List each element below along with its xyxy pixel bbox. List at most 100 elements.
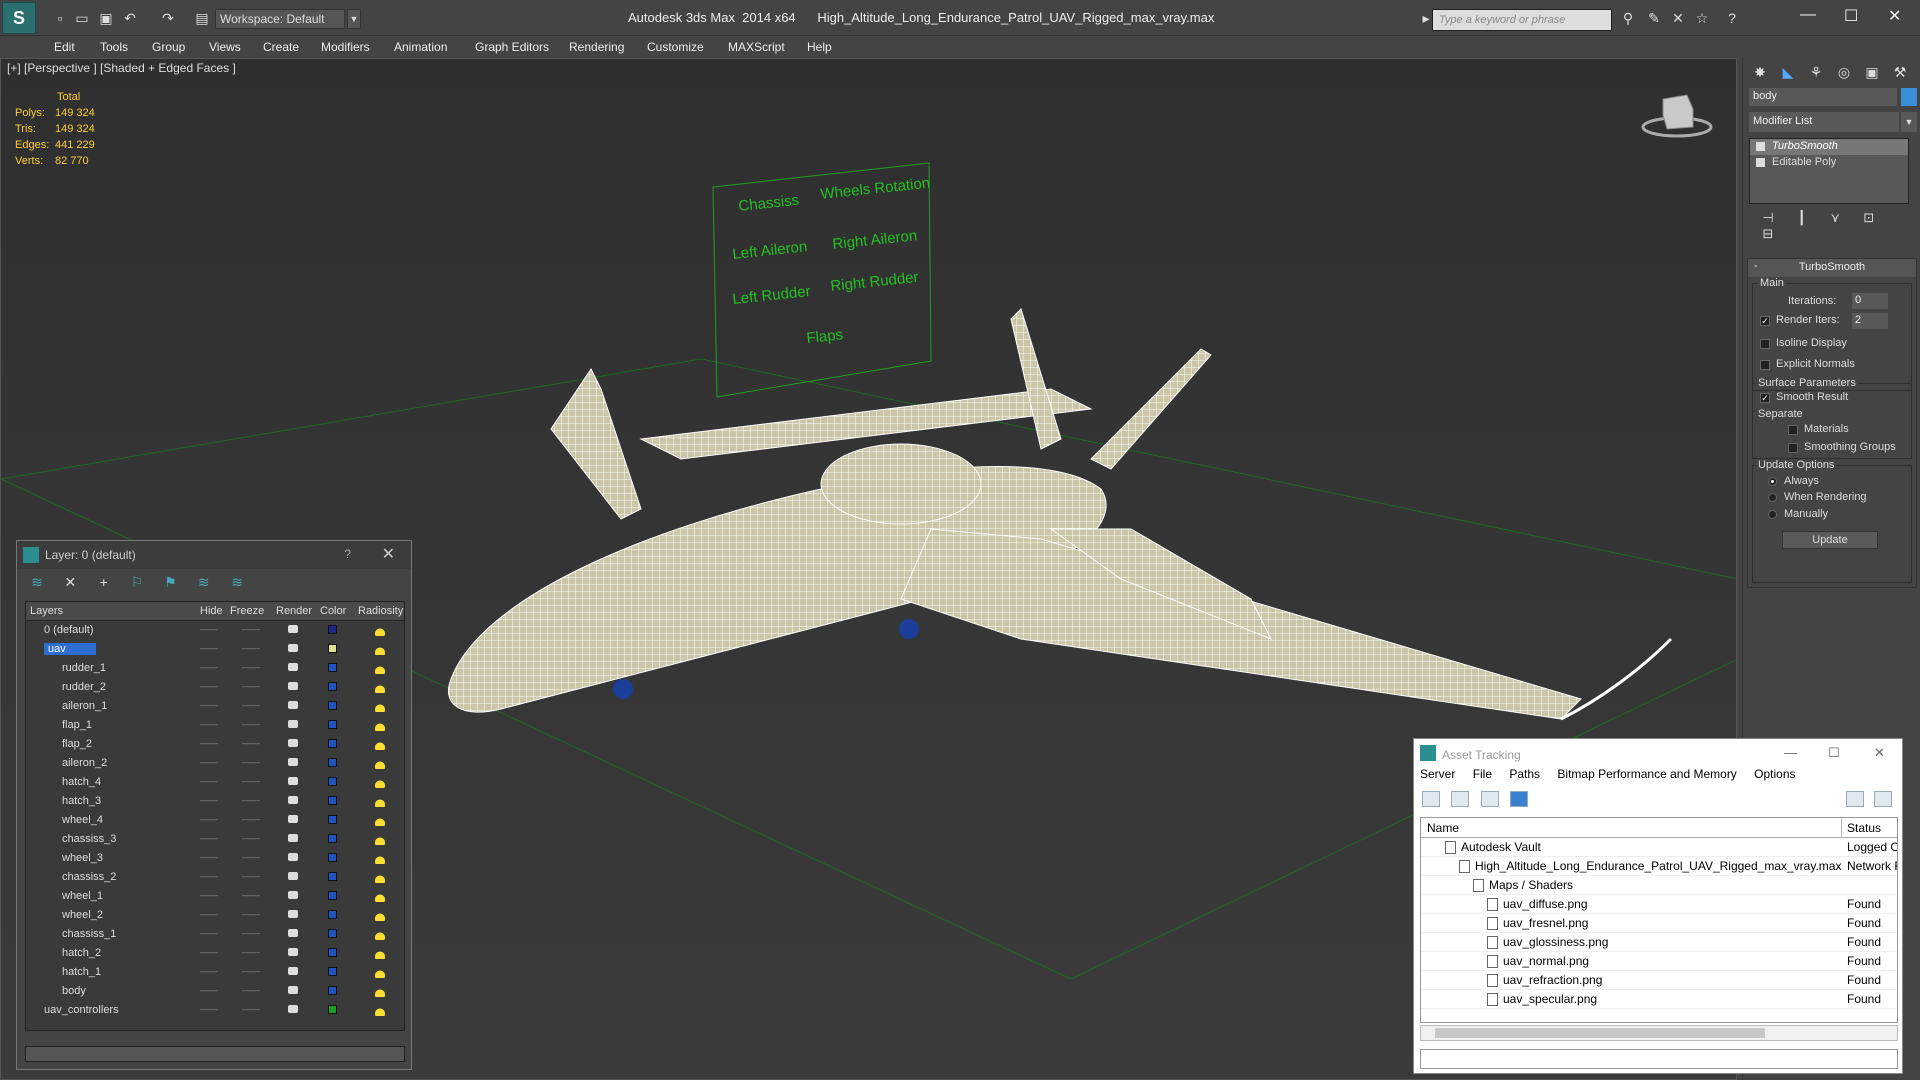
radiosity-bulb-icon[interactable] (373, 928, 387, 940)
board-label-right-aileron[interactable]: Right Aileron (832, 227, 918, 253)
layer-color-swatch[interactable] (328, 701, 337, 710)
asset-row[interactable]: uav_refraction.png Found (1421, 971, 1897, 990)
hierarchy-tab-icon[interactable]: ⚘ (1805, 64, 1827, 86)
render-teapot-icon[interactable] (288, 891, 298, 899)
menu-tools[interactable]: Tools (100, 40, 128, 54)
when-rendering-radio[interactable] (1768, 493, 1777, 502)
render-teapot-icon[interactable] (288, 739, 298, 747)
layer-row[interactable]: hatch_1 —— —— (26, 963, 404, 982)
layer-color-swatch[interactable] (328, 967, 337, 976)
menu-edit[interactable]: Edit (54, 40, 75, 54)
freeze-toggle[interactable]: —— (242, 985, 260, 995)
radiosity-bulb-icon[interactable] (373, 947, 387, 959)
board-label-left-aileron[interactable]: Left Aileron (732, 238, 808, 263)
col-render[interactable]: Render (276, 605, 312, 617)
make-unique-icon[interactable]: ⋎ (1820, 210, 1850, 226)
hide-toggle[interactable]: —— (200, 757, 218, 767)
layer-row[interactable]: wheel_4 —— —— (26, 811, 404, 830)
asset-name[interactable]: uav_specular.png (1503, 992, 1597, 1006)
render-teapot-icon[interactable] (288, 815, 298, 823)
radiosity-bulb-icon[interactable] (373, 662, 387, 674)
object-color-swatch[interactable] (1901, 88, 1917, 106)
render-teapot-icon[interactable] (288, 663, 298, 671)
object-name-field[interactable]: body (1749, 88, 1897, 106)
radiosity-bulb-icon[interactable] (373, 738, 387, 750)
hide-toggle[interactable]: —— (200, 852, 218, 862)
layer-name[interactable]: body (62, 985, 86, 997)
isoline-checkbox[interactable] (1760, 339, 1770, 349)
render-teapot-icon[interactable] (288, 796, 298, 804)
communication-center-icon[interactable]: ✎ (1646, 10, 1662, 26)
menu-help[interactable]: Help (807, 40, 832, 54)
help-icon[interactable] (1846, 791, 1864, 807)
freeze-toggle[interactable]: —— (242, 871, 260, 881)
redo-icon[interactable]: ↷ (160, 10, 176, 26)
asset-row[interactable]: uav_normal.png Found (1421, 952, 1897, 971)
asset-menu-options[interactable]: Options (1754, 767, 1795, 781)
render-teapot-icon[interactable] (288, 834, 298, 842)
layer-color-swatch[interactable] (328, 815, 337, 824)
new-file-icon[interactable]: ▫ (52, 10, 68, 26)
modifier-stack[interactable]: TurboSmooth Editable Poly (1749, 138, 1909, 204)
layer-color-swatch[interactable] (328, 891, 337, 900)
render-teapot-icon[interactable] (288, 853, 298, 861)
radiosity-bulb-icon[interactable] (373, 985, 387, 997)
col-layers[interactable]: Layers (30, 605, 63, 617)
hide-toggle[interactable]: —— (200, 776, 218, 786)
undo-icon[interactable]: ↶ (122, 10, 138, 26)
table-view-icon[interactable] (1510, 791, 1529, 807)
radiosity-bulb-icon[interactable] (373, 1004, 387, 1016)
radiosity-bulb-icon[interactable] (373, 871, 387, 883)
scrollbar-thumb[interactable] (1435, 1028, 1765, 1038)
freeze-toggle[interactable]: —— (242, 814, 260, 824)
render-teapot-icon[interactable] (288, 910, 298, 918)
layer-color-swatch[interactable] (328, 1005, 337, 1014)
freeze-toggle[interactable]: —— (242, 890, 260, 900)
open-file-icon[interactable]: ▭ (74, 10, 90, 26)
radiosity-bulb-icon[interactable] (373, 757, 387, 769)
configure-sets-icon[interactable]: ⊟ (1753, 226, 1783, 242)
layer-color-swatch[interactable] (328, 758, 337, 767)
board-label-chassiss[interactable]: Chassiss (738, 192, 800, 215)
layer-color-swatch[interactable] (328, 853, 337, 862)
menu-modifiers[interactable]: Modifiers (321, 40, 370, 54)
hide-toggle[interactable]: —— (200, 738, 218, 748)
select-objects-icon[interactable]: ⚐ (127, 574, 147, 591)
render-iters-checkbox[interactable]: ✓ (1760, 316, 1770, 326)
iterations-spinner[interactable]: 0 (1852, 293, 1888, 309)
menu-graph-editors[interactable]: Graph Editors (475, 40, 549, 54)
layer-row[interactable]: chassiss_3 —— —— (26, 830, 404, 849)
render-teapot-icon[interactable] (288, 1005, 298, 1013)
render-teapot-icon[interactable] (288, 682, 298, 690)
asset-tracking-window[interactable]: Asset Tracking — ☐ ✕ Server File Paths B… (1413, 738, 1903, 1074)
radiosity-bulb-icon[interactable] (373, 966, 387, 978)
render-teapot-icon[interactable] (288, 758, 298, 766)
layer-color-swatch[interactable] (328, 948, 337, 957)
bulb-icon[interactable] (1756, 142, 1765, 151)
freeze-toggle[interactable]: —— (242, 757, 260, 767)
close-icon[interactable]: ✕ (382, 544, 395, 564)
layer-row[interactable]: chassiss_2 —— —— (26, 868, 404, 887)
hide-toggle[interactable]: —— (200, 947, 218, 957)
layer-list[interactable]: Layers Hide Freeze Render Color Radiosit… (25, 601, 405, 1031)
layer-row[interactable]: chassiss_1 —— —— (26, 925, 404, 944)
asset-row[interactable]: uav_glossiness.png Found (1421, 933, 1897, 952)
render-teapot-icon[interactable] (288, 720, 298, 728)
layer-name[interactable]: uav (44, 643, 96, 655)
workspace-select[interactable]: Workspace: Default (215, 9, 345, 29)
freeze-toggle[interactable]: —— (242, 719, 260, 729)
render-teapot-icon[interactable] (288, 967, 298, 975)
layer-name[interactable]: rudder_2 (62, 681, 106, 693)
freeze-toggle[interactable]: —— (242, 909, 260, 919)
layer-row[interactable]: flap_1 —— —— (26, 716, 404, 735)
manually-radio[interactable] (1768, 510, 1777, 519)
freeze-toggle[interactable]: —— (242, 643, 260, 653)
display-tab-icon[interactable]: ▣ (1861, 64, 1883, 86)
hide-all-icon[interactable]: ≋ (194, 574, 214, 591)
pin-stack-icon[interactable]: ⊣ (1753, 210, 1783, 226)
utilities-tab-icon[interactable]: ⚒ (1889, 64, 1911, 86)
remove-modifier-icon[interactable]: ⊡ (1854, 210, 1884, 226)
freeze-all-icon[interactable]: ≋ (227, 574, 247, 591)
controller-board[interactable]: Chassiss Wheels Rotation Left Aileron Ri… (712, 162, 932, 398)
project-folder-icon[interactable]: ▤ (194, 10, 210, 26)
